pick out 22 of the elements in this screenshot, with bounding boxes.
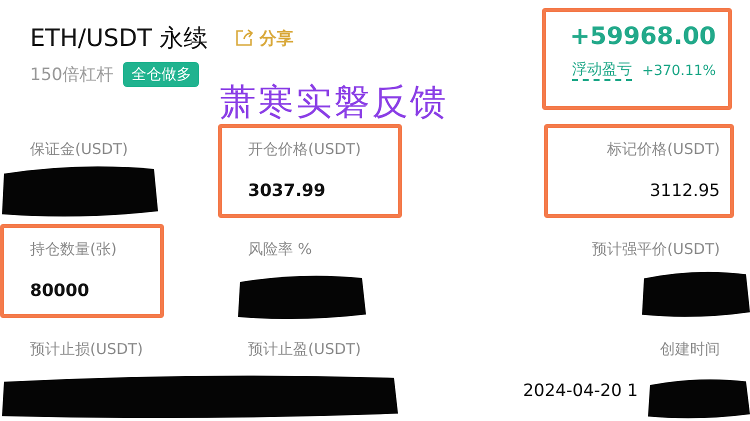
share-button[interactable]: 分享: [234, 26, 294, 50]
field-label: 持仓数量(张): [30, 240, 117, 259]
field-value: 3112.95: [650, 181, 720, 201]
field-label: 标记价格(USDT): [607, 140, 720, 159]
pnl-label: 浮动盈亏: [572, 60, 632, 81]
position-mode-tag: 全仓做多: [123, 62, 200, 87]
field-label: 保证金(USDT): [30, 140, 128, 159]
field-label: 风险率 %: [248, 240, 312, 259]
field-label: 预计止损(USDT): [30, 340, 143, 359]
overlay-caption: 萧寒实磐反馈: [220, 81, 448, 125]
field-label: 预计强平价(USDT): [592, 240, 720, 259]
pair-title: ETH/USDT 永续: [30, 23, 208, 54]
pnl-percent: +370.11%: [642, 62, 716, 78]
field-label: 开仓价格(USDT): [248, 140, 361, 159]
field-label: 创建时间: [660, 340, 720, 359]
share-icon: [234, 28, 254, 48]
field-value: 3037.99: [248, 181, 326, 201]
field-value: 2024-04-20 1: [522, 381, 638, 401]
leverage-label: 150倍杠杆: [30, 64, 114, 86]
pnl-amount: +59968.00: [570, 22, 716, 50]
field-label: 预计止盈(USDT): [248, 340, 361, 359]
field-value: 80000: [30, 281, 90, 301]
